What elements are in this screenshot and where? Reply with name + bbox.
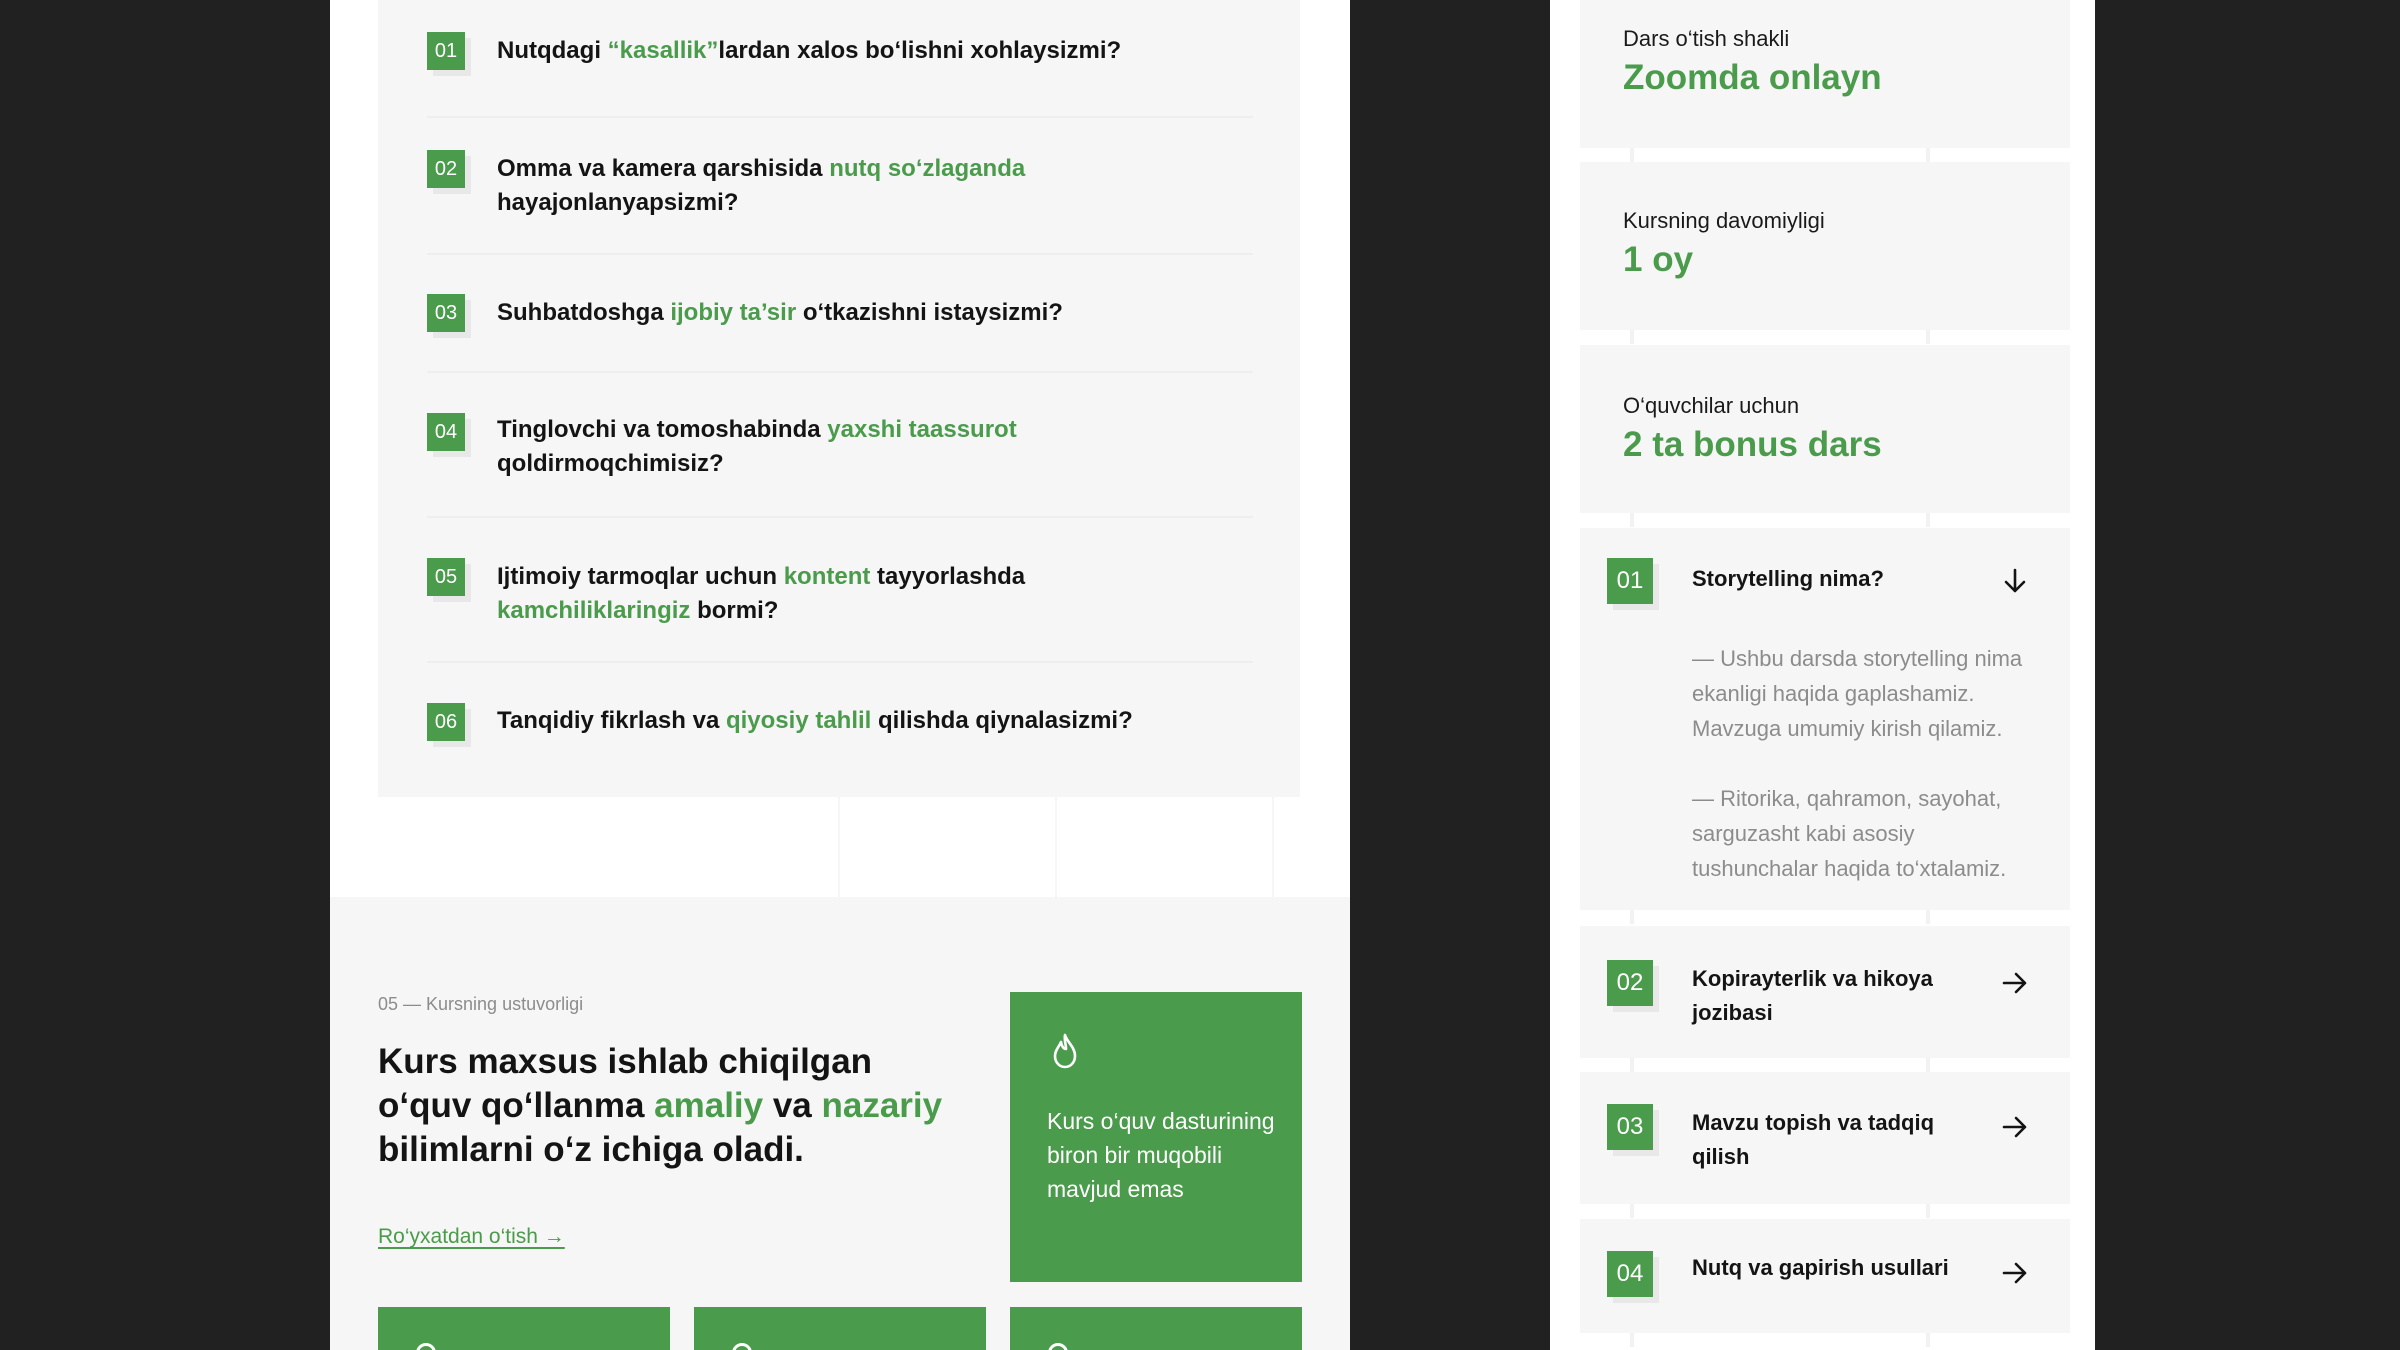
questions-card: 01 Nutqdagi “kasallik”lardan xalos bo‘li… [378, 0, 1300, 797]
right-page-panel: Dars o‘tish shakli Zoomda onlayn Kursnin… [1550, 0, 2095, 1350]
card-gap [1550, 513, 2095, 527]
card-gap [1550, 330, 2095, 344]
gap-divider [1926, 910, 1930, 924]
question-item: 02 Omma va kamera qarshisida nutq so‘zla… [427, 118, 1253, 255]
number-badge: 02 [1607, 960, 1653, 1006]
info-label: Dars o‘tish shakli [1623, 26, 1790, 51]
gap-divider [1926, 1058, 1930, 1072]
benefit-icon [416, 1343, 436, 1350]
lesson-title: Storytelling nima? [1692, 566, 1884, 591]
section-eyebrow: 05 — Kursning ustuvorligi [378, 994, 584, 1014]
lesson-accordion-item[interactable]: 03 Mavzu topish va tadqiq qilish [1580, 1072, 2070, 1204]
arrow-down-icon[interactable] [2000, 566, 2030, 596]
number-badge: 04 [1607, 1251, 1653, 1297]
number-badge: 02 [427, 150, 465, 188]
question-text: Omma va kamera qarshisida nutq so‘zlagan… [497, 155, 1026, 216]
question-item: 05 Ijtimoiy tarmoqlar uchun kontent tayy… [427, 518, 1253, 663]
number-badge: 01 [1607, 558, 1653, 604]
number-badge: 05 [427, 558, 465, 596]
number-badge: 03 [427, 294, 465, 332]
question-item: 03 Suhbatdoshga ijobiy ta’sir o‘tkazishn… [427, 255, 1253, 373]
gap-divider [1630, 1204, 1634, 1218]
info-label: Kursning davomiyligi [1623, 208, 1825, 233]
register-link[interactable]: Ro‘yxatdan o‘tish → [378, 1225, 565, 1249]
card-gap [1550, 910, 2095, 924]
lesson-title: Kopirayterlik va hikoya jozibasi [1692, 966, 1933, 1025]
question-text: Suhbatdoshga ijobiy ta’sir o‘tkazishni i… [497, 299, 1063, 326]
arrow-right-icon[interactable] [2000, 1112, 2030, 1142]
info-value: Zoomda onlayn [1623, 58, 1882, 97]
benefit-card: Kurs o‘quv dasturining biron bir muqobil… [1010, 992, 1302, 1282]
info-card-duration: Kursning davomiyligi 1 oy [1580, 162, 2070, 330]
question-text: Tinglovchi va tomoshabinda yaxshi taassu… [497, 416, 1017, 477]
gap-divider [1926, 330, 1930, 344]
gap-divider [1926, 1204, 1930, 1218]
grid-divider [838, 797, 840, 897]
course-benefits-section: 05 — Kursning ustuvorligi Kurs maxsus is… [330, 897, 1350, 1350]
lesson-description: — Ushbu darsda storytelling nima ekanlig… [1692, 646, 2023, 741]
question-item: 04 Tinglovchi va tomoshabinda yaxshi taa… [427, 373, 1253, 518]
gap-divider [1926, 513, 1930, 527]
gap-divider [1630, 513, 1634, 527]
question-text: Tanqidiy fikrlash va qiyosiy tahlil qili… [497, 707, 1133, 734]
gap-divider [1926, 1333, 1930, 1347]
info-card-bonus: O‘quvchilar uchun 2 ta bonus dars [1580, 345, 2070, 513]
card-gap [1550, 1333, 2095, 1347]
grid-divider [1055, 797, 1057, 897]
card-gap [1550, 1058, 2095, 1072]
lesson-accordion-item[interactable]: 02 Kopirayterlik va hikoya jozibasi [1580, 926, 2070, 1058]
number-badge: 06 [427, 703, 465, 741]
benefit-icon [732, 1343, 752, 1350]
arrow-right-icon[interactable] [2000, 1258, 2030, 1288]
lesson-title: Mavzu topish va tadqiq qilish [1692, 1110, 1935, 1169]
gap-divider [1630, 1333, 1634, 1347]
number-badge: 03 [1607, 1104, 1653, 1150]
info-value: 1 oy [1623, 240, 1694, 279]
number-badge: 01 [427, 32, 465, 70]
info-value: 2 ta bonus dars [1623, 425, 1882, 464]
card-gap [1550, 1204, 2095, 1218]
info-card-format: Dars o‘tish shakli Zoomda onlayn [1580, 0, 2070, 148]
gap-divider [1630, 148, 1634, 162]
benefit-card [1010, 1307, 1302, 1350]
flame-icon [1053, 1033, 1077, 1069]
question-text: Nutqdagi “kasallik”lardan xalos bo‘lishn… [497, 37, 1122, 64]
question-text: Ijtimoiy tarmoqlar uchun kontent tayyorl… [497, 563, 1026, 624]
gap-divider [1630, 330, 1634, 344]
question-item: 06 Tanqidiy fikrlash va qiyosiy tahlil q… [427, 663, 1253, 797]
arrow-right-icon[interactable] [2000, 968, 2030, 998]
gap-divider [1630, 910, 1634, 924]
decorative-grid-strip [330, 797, 1350, 897]
gap-divider [1926, 148, 1930, 162]
gap-divider [1630, 1058, 1634, 1072]
benefit-card-text: Kurs o‘quv dasturining biron bir muqobil… [1047, 1108, 1275, 1202]
lesson-title: Nutq va gapirish usullari [1692, 1255, 1949, 1280]
card-gap [1550, 148, 2095, 162]
number-badge: 04 [427, 413, 465, 451]
benefit-card [378, 1307, 670, 1350]
benefit-icon [1048, 1343, 1068, 1350]
lesson-description: — Ritorika, qahramon, sayohat, sarguzash… [1692, 786, 2007, 881]
left-page-panel: 01 Nutqdagi “kasallik”lardan xalos bo‘li… [330, 0, 1350, 1350]
lesson-accordion-item[interactable]: 01 Storytelling nima? — Ushbu darsda sto… [1580, 528, 2070, 910]
section-heading: Kurs maxsus ishlab chiqilgan o‘quv qo‘ll… [378, 1042, 943, 1169]
grid-divider [1272, 797, 1274, 897]
benefit-card [694, 1307, 986, 1350]
question-item: 01 Nutqdagi “kasallik”lardan xalos bo‘li… [427, 0, 1253, 118]
info-label: O‘quvchilar uchun [1623, 393, 1800, 418]
lesson-accordion-item[interactable]: 04 Nutq va gapirish usullari [1580, 1219, 2070, 1333]
